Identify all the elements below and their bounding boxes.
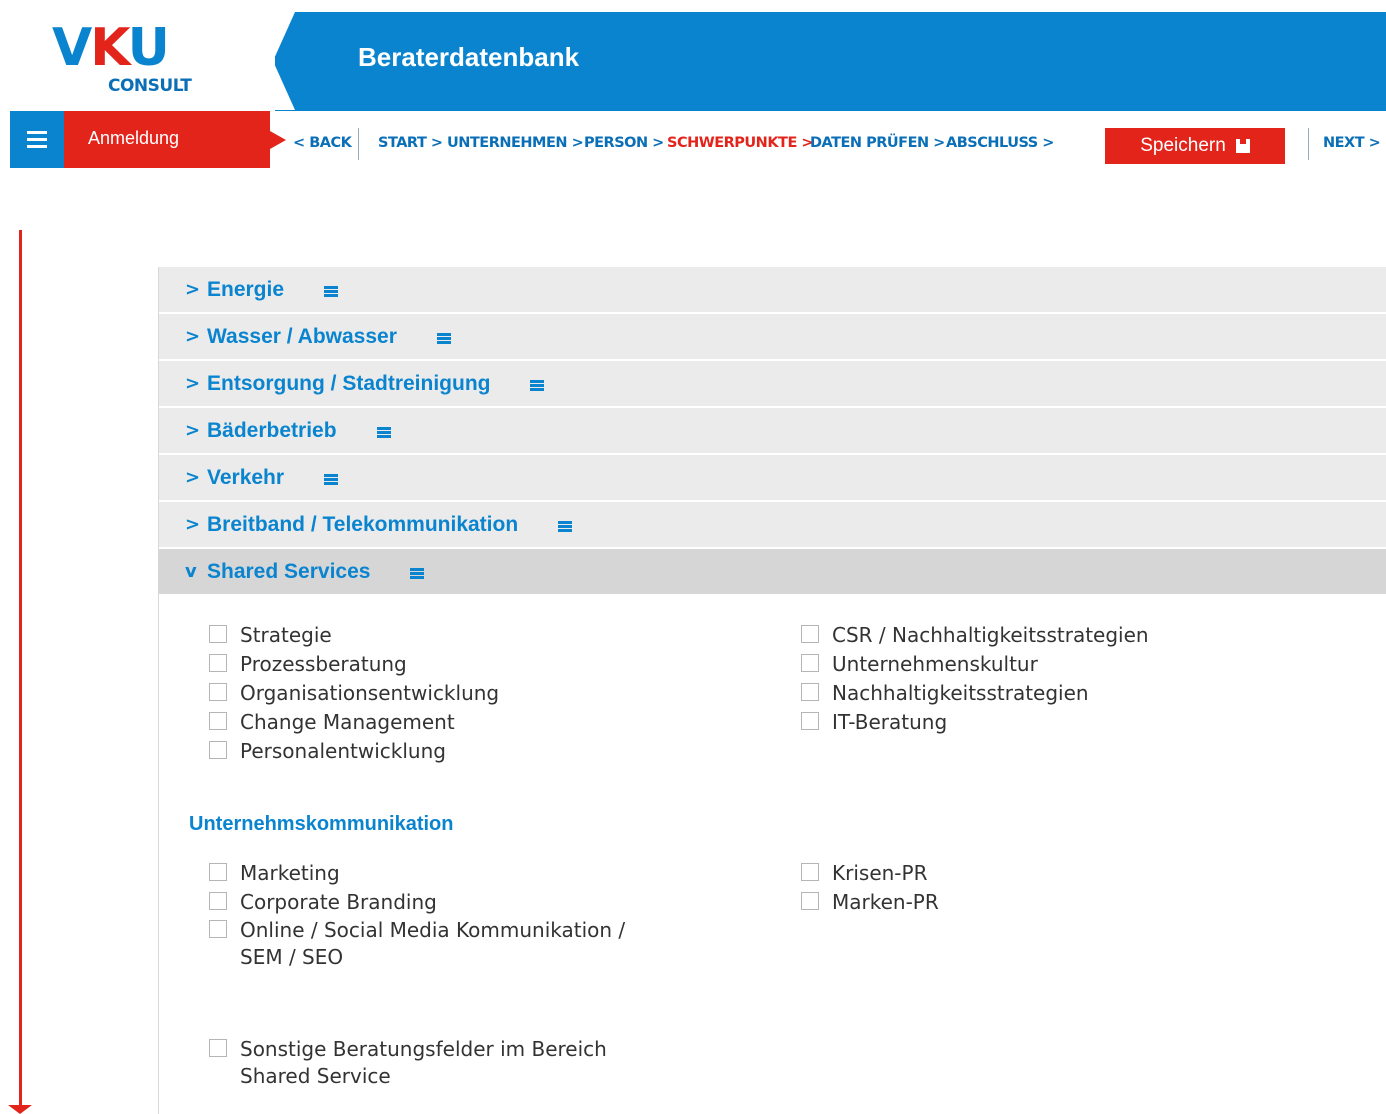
checkbox-item[interactable]: Corporate Branding bbox=[209, 889, 437, 916]
back-link[interactable]: < BACK bbox=[293, 135, 352, 151]
nav-divider bbox=[358, 128, 359, 160]
checkbox-item[interactable]: Organisationsentwicklung bbox=[209, 680, 499, 707]
checkbox[interactable] bbox=[209, 654, 227, 672]
step-start[interactable]: START > bbox=[378, 135, 443, 151]
checkbox[interactable] bbox=[801, 683, 819, 701]
logo-wordmark: VKU bbox=[52, 18, 170, 78]
chevron-right-icon: > bbox=[185, 514, 201, 535]
nav-divider bbox=[1308, 128, 1309, 160]
chevron-down-icon: v bbox=[185, 561, 197, 582]
checkbox-item[interactable]: CSR / Nachhaltigkeitsstrategien bbox=[801, 622, 1149, 649]
step-unternehmen[interactable]: UNTERNEHMEN > bbox=[447, 135, 584, 151]
checkbox-item[interactable]: Marketing bbox=[209, 860, 340, 887]
section-label: Anmeldung bbox=[64, 111, 286, 168]
checkbox[interactable] bbox=[209, 712, 227, 730]
list-icon[interactable] bbox=[324, 286, 339, 297]
list-icon[interactable] bbox=[324, 474, 339, 485]
chevron-right-icon: > bbox=[185, 420, 201, 441]
step-abschluss[interactable]: ABSCHLUSS > bbox=[946, 135, 1054, 151]
accordion-energie[interactable]: > Energie bbox=[159, 267, 1386, 314]
chevron-right-icon: > bbox=[185, 373, 201, 394]
next-link[interactable]: NEXT > bbox=[1323, 135, 1381, 151]
accordion-breitband[interactable]: > Breitband / Telekommunikation bbox=[159, 502, 1386, 549]
section-heading: Unternehmskommunikation bbox=[189, 813, 454, 835]
checkbox[interactable] bbox=[209, 920, 227, 938]
accordion-label: Breitband / Telekommunikation bbox=[207, 512, 519, 536]
step-daten-pruefen[interactable]: DATEN PRÜFEN > bbox=[810, 135, 945, 151]
title-bar: Beraterdatenbank bbox=[273, 12, 1386, 111]
checkbox-item[interactable]: Sonstige Beratungsfelder im Bereich Share… bbox=[209, 1036, 607, 1090]
checkbox-item[interactable]: Nachhaltigkeitsstrategien bbox=[801, 680, 1089, 707]
scroll-indicator-line bbox=[19, 230, 22, 1105]
accordion-entsorgung[interactable]: > Entsorgung / Stadtreinigung bbox=[159, 361, 1386, 408]
checkbox-item[interactable]: IT-Beratung bbox=[801, 709, 947, 736]
accordion-baederbetrieb[interactable]: > Bäderbetrieb bbox=[159, 408, 1386, 455]
checkbox-item[interactable]: Marken-PR bbox=[801, 889, 939, 916]
accordion-label: Bäderbetrieb bbox=[207, 418, 337, 442]
checkbox[interactable] bbox=[209, 741, 227, 759]
accordion-wasser[interactable]: > Wasser / Abwasser bbox=[159, 314, 1386, 361]
checkbox-item[interactable]: Personalentwicklung bbox=[209, 738, 446, 765]
list-icon[interactable] bbox=[558, 521, 573, 532]
accordion-label: Wasser / Abwasser bbox=[207, 324, 397, 348]
checkbox[interactable] bbox=[801, 625, 819, 643]
checkbox-item[interactable]: Online / Social Media Kommunikation / SEM… bbox=[209, 917, 625, 971]
checkbox[interactable] bbox=[801, 654, 819, 672]
hamburger-icon[interactable] bbox=[10, 111, 64, 168]
vku-consult-logo[interactable]: VKU CONSULT bbox=[10, 12, 275, 112]
list-icon[interactable] bbox=[410, 568, 425, 579]
accordion-shared-services[interactable]: v Shared Services bbox=[159, 549, 1386, 596]
logo-subtitle: CONSULT bbox=[108, 76, 192, 96]
checkbox-item[interactable]: Strategie bbox=[209, 622, 332, 649]
accordion-label: Verkehr bbox=[207, 465, 285, 489]
focus-areas-panel: > Energie > Wasser / Abwasser > Entsorgu… bbox=[158, 267, 1386, 1114]
chevron-right-icon: > bbox=[185, 326, 201, 347]
chevron-right-icon: > bbox=[185, 467, 201, 488]
accordion-label: Shared Services bbox=[207, 559, 371, 583]
checkbox[interactable] bbox=[801, 863, 819, 881]
list-icon[interactable] bbox=[376, 427, 391, 438]
checkbox-item[interactable]: Krisen-PR bbox=[801, 860, 927, 887]
list-icon[interactable] bbox=[530, 380, 545, 391]
accordion-label: Entsorgung / Stadtreinigung bbox=[207, 371, 491, 395]
checkbox[interactable] bbox=[801, 892, 819, 910]
save-label: Speichern bbox=[1140, 135, 1226, 156]
save-button[interactable]: Speichern bbox=[1105, 128, 1285, 164]
checkbox-item[interactable]: Change Management bbox=[209, 709, 455, 736]
list-icon[interactable] bbox=[436, 333, 451, 344]
checkbox-item[interactable]: Unternehmenskultur bbox=[801, 651, 1038, 678]
step-person[interactable]: PERSON > bbox=[584, 135, 664, 151]
floppy-disk-icon bbox=[1235, 139, 1250, 153]
arrow-down-icon bbox=[8, 1105, 32, 1114]
checkbox[interactable] bbox=[209, 625, 227, 643]
accordion-label: Energie bbox=[207, 277, 285, 301]
checkbox[interactable] bbox=[209, 1039, 227, 1057]
chevron-right-icon: > bbox=[185, 279, 201, 300]
accordion-verkehr[interactable]: > Verkehr bbox=[159, 455, 1386, 502]
page-title: Beraterdatenbank bbox=[358, 42, 580, 72]
checkbox[interactable] bbox=[209, 683, 227, 701]
checkbox-item[interactable]: Prozessberatung bbox=[209, 651, 407, 678]
step-schwerpunkte[interactable]: SCHWERPUNKTE > bbox=[667, 135, 814, 151]
checkbox[interactable] bbox=[209, 863, 227, 881]
checkbox[interactable] bbox=[801, 712, 819, 730]
checkbox[interactable] bbox=[209, 892, 227, 910]
